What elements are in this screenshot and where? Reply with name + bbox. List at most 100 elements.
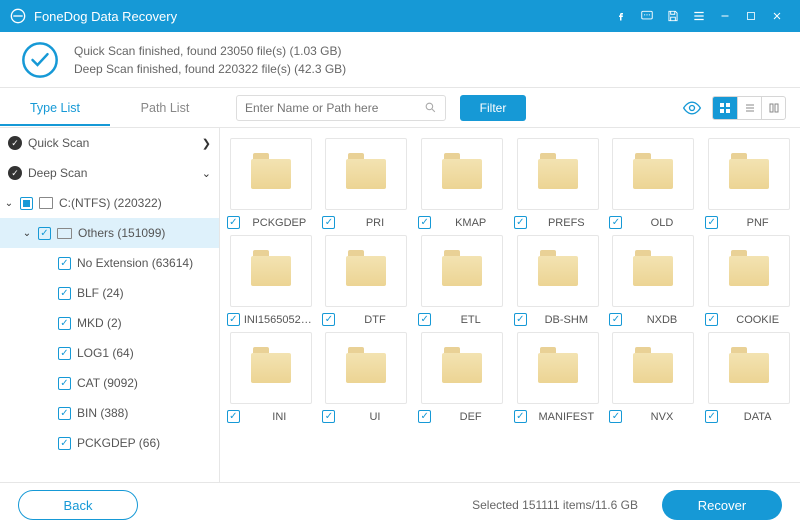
scan-summary: Quick Scan finished, found 23050 file(s)…	[0, 32, 800, 88]
checkbox-icon[interactable]: ✓	[58, 287, 71, 300]
checkbox-icon[interactable]: ✓	[58, 407, 71, 420]
checkbox-icon[interactable]: ✓	[418, 216, 431, 229]
checkbox-icon[interactable]: ✓	[609, 216, 622, 229]
folder-icon	[538, 353, 578, 383]
file-item[interactable]: ✓INI	[226, 332, 316, 423]
file-label: INI1565052569	[244, 314, 315, 326]
checkbox-icon[interactable]: ✓	[514, 216, 527, 229]
folder-icon	[442, 256, 482, 286]
view-detail-button[interactable]	[761, 97, 785, 119]
close-icon[interactable]	[764, 3, 790, 29]
tree-others[interactable]: ⌄ ✓ Others (151099)	[0, 218, 219, 248]
complete-check-icon	[20, 40, 60, 80]
chevron-down-icon: ⌄	[22, 228, 32, 239]
checkbox-icon[interactable]: ✓	[322, 216, 335, 229]
tree-item[interactable]: ✓MKD (2)	[0, 308, 219, 338]
checkbox-icon[interactable]: ✓	[38, 227, 51, 240]
tab-type-list[interactable]: Type List	[0, 91, 110, 125]
folder-icon	[251, 256, 291, 286]
file-label: PCKGDEP	[244, 217, 315, 229]
save-icon[interactable]	[660, 3, 686, 29]
file-thumb	[325, 138, 407, 210]
file-label: PRI	[339, 217, 410, 229]
checkbox-icon[interactable]: ✓	[514, 410, 527, 423]
view-list-button[interactable]	[737, 97, 761, 119]
file-item[interactable]: ✓OLD	[609, 138, 699, 229]
checkbox-icon[interactable]: ✓	[58, 317, 71, 330]
checkbox-icon[interactable]: ✓	[609, 313, 622, 326]
tree-item[interactable]: ✓BIN (388)	[0, 398, 219, 428]
file-label: PREFS	[531, 217, 602, 229]
file-item[interactable]: ✓KMAP	[417, 138, 507, 229]
file-item[interactable]: ✓DTF	[322, 235, 412, 326]
checkbox-icon[interactable]: ✓	[514, 313, 527, 326]
checkbox-icon[interactable]: ✓	[705, 313, 718, 326]
tree-item[interactable]: ✓BLF (24)	[0, 278, 219, 308]
tab-path-list[interactable]: Path List	[110, 91, 220, 125]
file-item[interactable]: ✓ PCKGDEP	[226, 138, 316, 229]
tree-item[interactable]: ✓PCKGDEP (66)	[0, 428, 219, 458]
facebook-icon[interactable]	[608, 3, 634, 29]
tree-item[interactable]: ✓LOG1 (64)	[0, 338, 219, 368]
checkbox-icon[interactable]: ✓	[322, 410, 335, 423]
file-item[interactable]: ✓ INI1565052569	[226, 235, 316, 326]
file-item[interactable]: ✓ PREFS	[513, 138, 603, 229]
file-thumb	[708, 138, 790, 210]
checkbox-icon[interactable]	[20, 197, 33, 210]
file-label: DATA	[722, 411, 793, 423]
checkbox-icon[interactable]: ✓	[58, 257, 71, 270]
file-label: UI	[339, 411, 410, 423]
checkbox-icon[interactable]: ✓	[705, 216, 718, 229]
checkbox-icon[interactable]: ✓	[705, 410, 718, 423]
tree-label: Quick Scan	[28, 136, 196, 150]
file-item[interactable]: ✓ UI	[322, 332, 412, 423]
back-button[interactable]: Back	[18, 490, 138, 520]
checkbox-icon[interactable]: ✓	[609, 410, 622, 423]
file-label: PNF	[722, 217, 793, 229]
file-item[interactable]: ✓DEF	[417, 332, 507, 423]
file-label: ETL	[435, 314, 506, 326]
file-item[interactable]: ✓COOKIE	[704, 235, 794, 326]
preview-icon[interactable]	[682, 98, 702, 118]
view-grid-button[interactable]	[713, 97, 737, 119]
folder-icon	[729, 256, 769, 286]
checkbox-icon[interactable]: ✓	[58, 437, 71, 450]
tree-item[interactable]: ✓No Extension (63614)	[0, 248, 219, 278]
file-item[interactable]: ✓ PNF	[704, 138, 794, 229]
file-thumb	[421, 332, 503, 404]
recover-button[interactable]: Recover	[662, 490, 782, 520]
tree-drive[interactable]: ⌄ C:(NTFS) (220322)	[0, 188, 219, 218]
maximize-icon[interactable]	[738, 3, 764, 29]
search-input[interactable]	[245, 101, 424, 115]
menu-icon[interactable]	[686, 3, 712, 29]
file-label: NVX	[626, 411, 697, 423]
file-label: DB-SHM	[531, 314, 602, 326]
checkbox-icon[interactable]: ✓	[58, 347, 71, 360]
file-item[interactable]: ✓ NVX	[609, 332, 699, 423]
folder-icon	[346, 256, 386, 286]
footer: Back Selected 151111 items/11.6 GB Recov…	[0, 482, 800, 527]
tree-item[interactable]: ✓CAT (9092)	[0, 368, 219, 398]
search-input-wrap[interactable]	[236, 95, 446, 121]
minimize-icon[interactable]	[712, 3, 738, 29]
checkbox-icon[interactable]: ✓	[58, 377, 71, 390]
file-item[interactable]: ✓MANIFEST	[513, 332, 603, 423]
checkbox-icon[interactable]: ✓	[322, 313, 335, 326]
tree-quick-scan[interactable]: ✓ Quick Scan ❯	[0, 128, 219, 158]
checkbox-icon[interactable]: ✓	[227, 216, 240, 229]
file-item[interactable]: ✓ DATA	[704, 332, 794, 423]
feedback-icon[interactable]	[634, 3, 660, 29]
deep-scan-summary: Deep Scan finished, found 220322 file(s)…	[74, 62, 346, 76]
tree-deep-scan[interactable]: ✓ Deep Scan ⌄	[0, 158, 219, 188]
checkbox-icon[interactable]: ✓	[418, 410, 431, 423]
checkbox-icon[interactable]: ✓	[227, 313, 240, 326]
folder-icon	[633, 159, 673, 189]
checkbox-icon[interactable]: ✓	[227, 410, 240, 423]
filter-button[interactable]: Filter	[460, 95, 526, 121]
file-item[interactable]: ✓NXDB	[609, 235, 699, 326]
file-thumb	[230, 235, 312, 307]
file-item[interactable]: ✓ ETL	[417, 235, 507, 326]
file-item[interactable]: ✓ DB-SHM	[513, 235, 603, 326]
checkbox-icon[interactable]: ✓	[418, 313, 431, 326]
file-item[interactable]: ✓ PRI	[322, 138, 412, 229]
